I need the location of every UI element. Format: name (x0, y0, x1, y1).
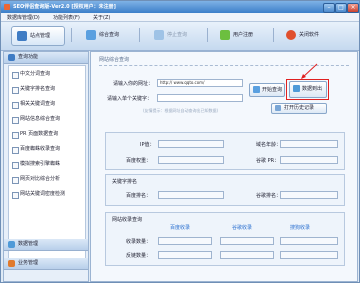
sogou-index-count (280, 237, 338, 245)
col-baidu-index: 百度收录 (170, 225, 191, 231)
hint-text: (友情提示：根据网址自动查询出已知数据) (143, 108, 219, 113)
baidu-weight-field (158, 156, 224, 164)
app-window: SEO伴侣查询版-Ver2.0 [授权用户：未注册] – □ × 数据库管理(D… (0, 0, 360, 283)
annotation-arrow-icon (301, 63, 318, 79)
baidu-index-count (158, 237, 212, 245)
main-panel: 网站综合查询 请输入你的网址： http:// www.qqto.com/ 请输… (90, 51, 358, 282)
start-query-button[interactable]: 开始查询 (249, 83, 285, 97)
google-index-count (220, 237, 274, 245)
sidebar-item-site-info[interactable]: 网站信息综合查询 (12, 115, 82, 124)
index-count-label: 收录数量： (126, 239, 152, 245)
keyword-input[interactable] (157, 94, 243, 102)
col-sogou-index: 搜狗收录 (290, 225, 311, 231)
highlight-box (286, 79, 329, 100)
sidebar-item-related-keywords[interactable]: 相关关键词查询 (12, 100, 82, 109)
baidu-rank-label: 百度排名： (126, 193, 152, 199)
site-manage-button[interactable]: 站点管理 (11, 26, 65, 46)
google-pr-label: 谷歌 PR： (256, 158, 280, 164)
title-bar: SEO伴侣查询版-Ver2.0 [授权用户：未注册] – □ × (1, 1, 359, 13)
backlink-count-label: 反链数量： (126, 253, 152, 259)
app-logo-icon (4, 4, 10, 10)
combined-query-button[interactable]: 综合查询 (81, 26, 133, 44)
sogou-backlink-count (280, 251, 338, 259)
sidebar-item-pr[interactable]: PR 页面数据查询 (12, 130, 82, 139)
stop-query-button[interactable]: 停止查询 (149, 26, 201, 44)
domain-age-label: 域名年龄： (256, 142, 282, 148)
ip-field (158, 140, 224, 148)
menu-about[interactable]: 关于(Z) (93, 14, 110, 21)
sidebar-data-management[interactable]: 数据管理 (4, 239, 88, 251)
query-icon (86, 30, 96, 40)
maximize-button[interactable]: □ (335, 3, 347, 13)
power-icon (286, 30, 296, 40)
sidebar-item-segment[interactable]: 中文分词查询 (12, 70, 82, 79)
sidebar-item-keyword-rank[interactable]: 关键字排名查询 (12, 85, 82, 94)
toolbar-separator (71, 28, 72, 42)
toolbar: 站点管理 综合查询 停止查询 用户注册 关闭软件 (1, 22, 359, 51)
sidebar-business-management[interactable]: 业务管理 (4, 258, 88, 270)
google-backlink-count (220, 251, 274, 259)
baidu-rank-field (158, 191, 224, 199)
history-icon (275, 105, 281, 111)
toolbar-separator (273, 28, 274, 42)
menu-database[interactable]: 数据库管理(D) (7, 14, 40, 21)
baidu-backlink-count (158, 251, 212, 259)
keyword-label: 请输入单个关键字： (107, 96, 153, 102)
google-rank-field (280, 191, 338, 199)
query-function-icon (8, 54, 15, 61)
close-app-button[interactable]: 关闭软件 (281, 26, 333, 44)
business-icon (8, 260, 15, 267)
open-history-button[interactable]: 打开历史记录 (271, 103, 327, 114)
sidebar-item-simulate-spider[interactable]: 模拟搜索引擎蜘蛛 (12, 160, 82, 169)
google-pr-field (280, 156, 338, 164)
baidu-weight-label: 百度权重： (126, 158, 152, 164)
sidebar-item-baidu-spider[interactable]: 百度蜘蛛收录查询 (12, 145, 82, 154)
stop-icon (154, 30, 164, 40)
keyword-rank-group: 关键字排名 百度排名： 谷歌排名： (105, 174, 345, 206)
database-icon (8, 241, 15, 248)
url-label: 请输入你的网址： (113, 81, 154, 87)
toolbar-separator (139, 28, 140, 42)
domain-age-field (280, 140, 338, 148)
search-icon (253, 86, 260, 93)
sidebar-item-keyword-density[interactable]: 网站关键词密度检测 (12, 190, 82, 199)
register-button[interactable]: 用户注册 (215, 26, 267, 44)
url-input[interactable]: http:// www.qqto.com/ (157, 79, 243, 87)
minimize-button[interactable]: – (323, 3, 335, 13)
sidebar-section-query[interactable]: 查询功能 (4, 52, 88, 64)
register-icon (220, 30, 230, 40)
sidebar: 查询功能 中文分词查询 关键字排名查询 相关关键词查询 网站信息综合查询 PR … (3, 51, 89, 282)
ip-label: IP值： (140, 142, 155, 148)
site-info-group: IP值： 域名年龄： 百度权重： 谷歌 PR： (105, 132, 345, 170)
sidebar-item-page-compare[interactable]: 网页对比综合分析 (12, 175, 82, 184)
menu-bar: 数据库管理(D) 功能列表(F) 关于(Z) (1, 13, 359, 22)
google-rank-label: 谷歌排名： (256, 193, 282, 199)
toolbar-separator (207, 28, 208, 42)
site-manage-icon (17, 31, 27, 41)
site-index-title: 网站收录查询 (112, 217, 143, 223)
window-title: SEO伴侣查询版-Ver2.0 [授权用户：未注册] (13, 4, 116, 10)
site-index-group: 网站收录查询 百度收录 谷歌收录 搜狗收录 收录数量： 反链数量： (105, 212, 345, 266)
close-button[interactable]: × (347, 3, 359, 13)
sidebar-list: 中文分词查询 关键字排名查询 相关关键词查询 网站信息综合查询 PR 页面数据查… (8, 65, 86, 267)
keyword-rank-title: 关键字排名 (112, 179, 138, 185)
col-google-index: 谷歌收录 (232, 225, 253, 231)
menu-functions[interactable]: 功能列表(F) (53, 14, 80, 21)
